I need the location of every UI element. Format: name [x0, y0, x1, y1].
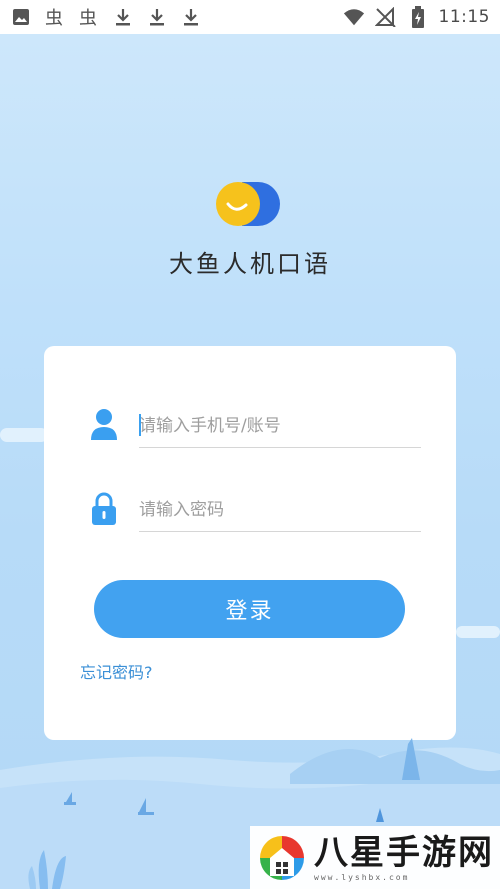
forgot-password-link[interactable]: 忘记密码? — [80, 659, 153, 683]
lock-icon — [90, 492, 118, 526]
bug-icon: 虫 — [44, 6, 66, 28]
svg-text:虫: 虫 — [79, 8, 97, 27]
password-field — [44, 484, 456, 534]
login-card: 登录 忘记密码? — [44, 346, 456, 740]
watermark-title: 八星手游网 — [314, 833, 494, 873]
app-logo — [212, 178, 284, 230]
status-right-icons: 11:15 — [343, 6, 491, 28]
account-input[interactable] — [139, 400, 421, 448]
download-icon — [146, 6, 168, 28]
bug-icon: 虫 — [78, 6, 100, 28]
watermark-text: 八星手游网 www.lyshbx.com — [314, 833, 494, 882]
status-left-icons: 虫 虫 — [10, 6, 202, 28]
status-bar: 虫 虫 11:15 — [0, 0, 500, 34]
text-caret — [139, 414, 141, 436]
download-icon — [180, 6, 202, 28]
download-icon — [112, 6, 134, 28]
account-field — [44, 400, 456, 450]
cloud-decoration — [456, 626, 500, 638]
status-time: 11:15 — [438, 7, 490, 27]
login-button[interactable]: 登录 — [94, 580, 405, 638]
watermark-logo-icon — [254, 830, 310, 886]
svg-text:虫: 虫 — [45, 8, 63, 27]
app-title: 大鱼人机口语 — [169, 250, 331, 278]
cloud-decoration — [0, 428, 48, 442]
wifi-icon — [343, 6, 365, 28]
password-input[interactable] — [139, 484, 421, 532]
image-icon — [10, 6, 32, 28]
no-signal-icon — [374, 6, 397, 28]
user-icon — [90, 408, 118, 442]
watermark-url: www.lyshbx.com — [314, 873, 410, 882]
battery-charging-icon — [407, 6, 429, 28]
watermark-badge: 八星手游网 www.lyshbx.com — [250, 826, 500, 889]
